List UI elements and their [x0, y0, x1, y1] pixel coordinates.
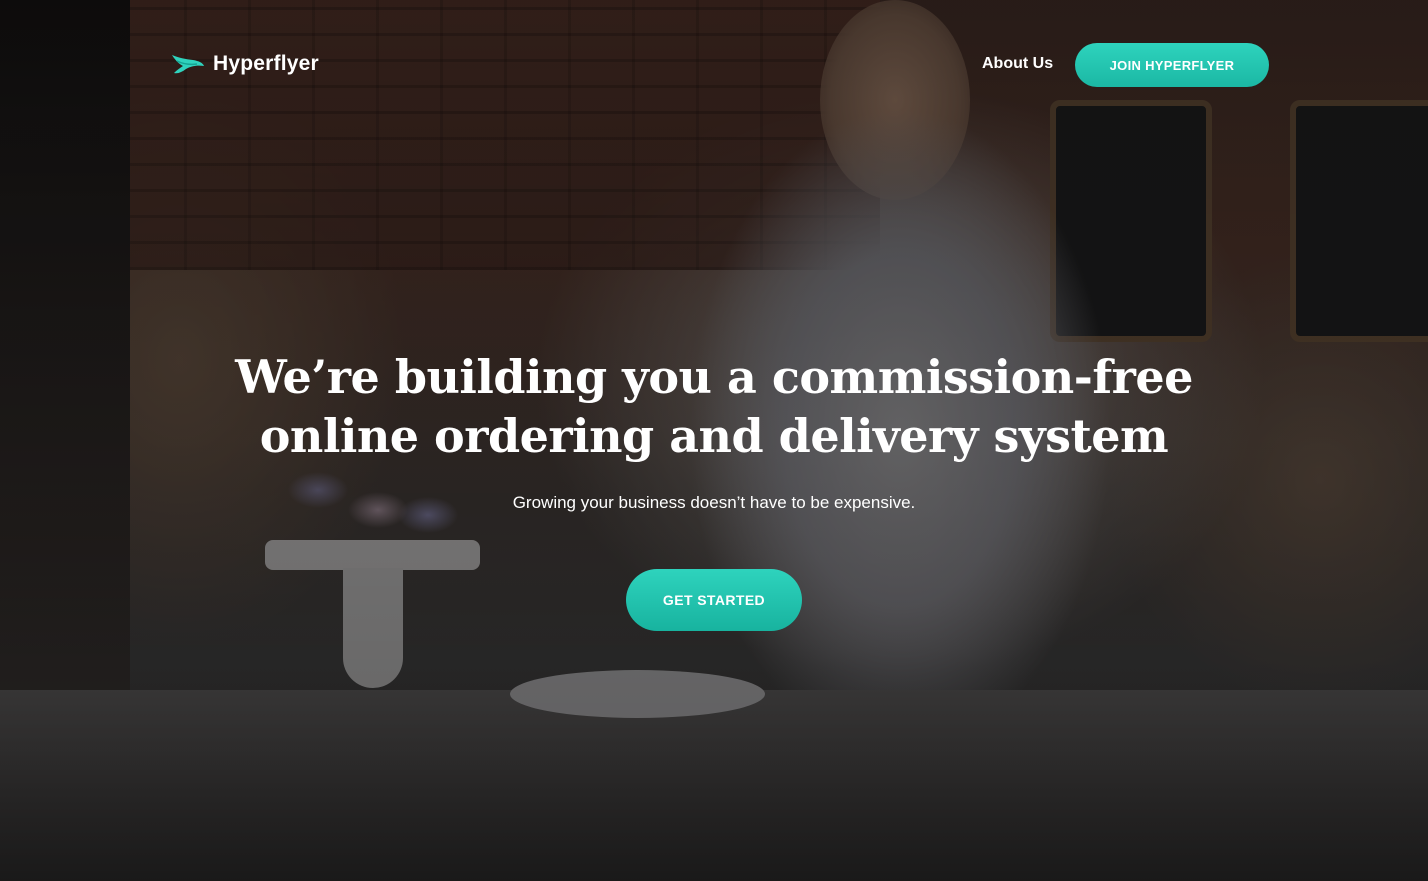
hero-subheadline: Growing your business doesn’t have to be…	[512, 493, 916, 512]
join-hyperflyer-button[interactable]: JOIN HYPERFLYER	[1075, 43, 1269, 87]
hyperflyer-wing-logo-icon	[172, 55, 204, 74]
brand-logo-link[interactable]: Hyperflyer	[171, 52, 319, 76]
hero-headline: We’re building you a commission-free onl…	[235, 350, 1193, 463]
get-started-button[interactable]: GET STARTED	[626, 569, 802, 631]
brand-name: Hyperflyer	[213, 52, 319, 75]
nav-about-us-link[interactable]: About Us	[982, 54, 1053, 74]
